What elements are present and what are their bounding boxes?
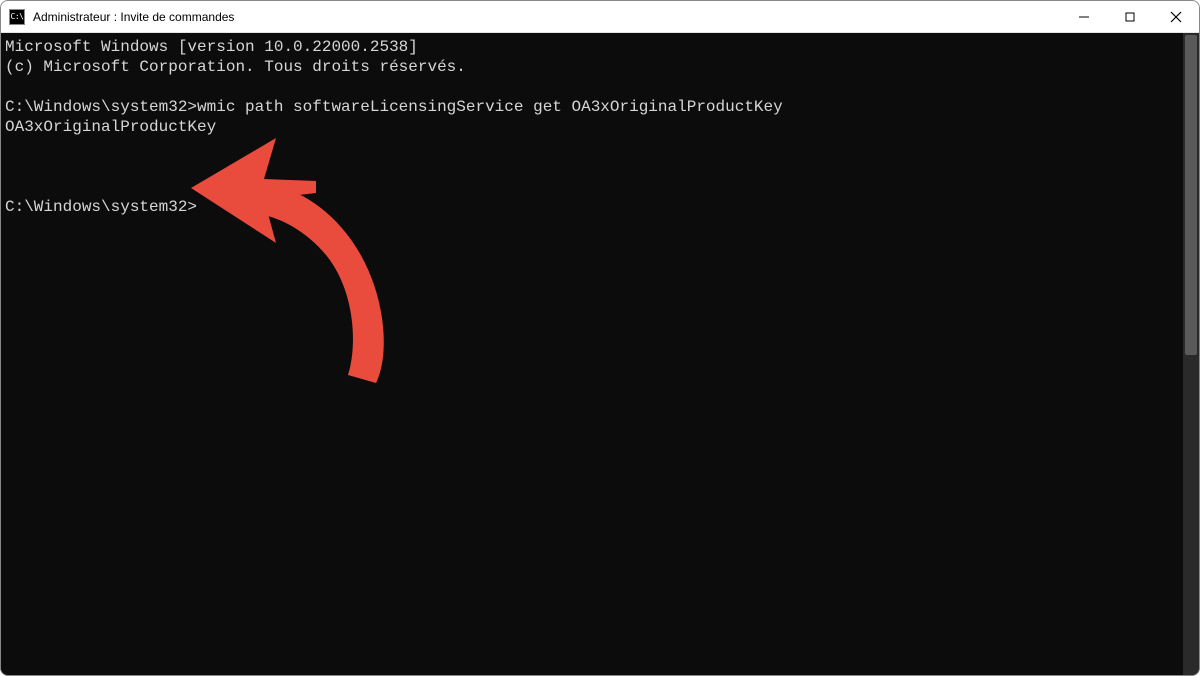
terminal-line [5,77,1179,97]
titlebar[interactable]: C:\ Administrateur : Invite de commandes [1,1,1199,33]
scrollbar-thumb[interactable] [1185,35,1197,355]
close-button[interactable] [1153,1,1199,32]
terminal-output[interactable]: Microsoft Windows [version 10.0.22000.25… [1,33,1183,675]
terminal-line [5,177,1179,197]
maximize-button[interactable] [1107,1,1153,32]
terminal-line [5,157,1179,177]
terminal-line: C:\Windows\system32>wmic path softwareLi… [5,97,1179,117]
scrollbar[interactable] [1183,33,1199,675]
cmd-window: C:\ Administrateur : Invite de commandes [0,0,1200,676]
terminal-line: C:\Windows\system32> [5,197,1179,217]
terminal-line: (c) Microsoft Corporation. Tous droits r… [5,57,1179,77]
minimize-icon [1079,12,1089,22]
close-icon [1170,11,1182,23]
minimize-button[interactable] [1061,1,1107,32]
terminal-line: OA3xOriginalProductKey [5,117,1179,137]
window-controls [1061,1,1199,32]
terminal-line: Microsoft Windows [version 10.0.22000.25… [5,37,1179,57]
maximize-icon [1125,12,1135,22]
cmd-icon: C:\ [9,9,25,25]
terminal-area: Microsoft Windows [version 10.0.22000.25… [1,33,1199,675]
window-title: Administrateur : Invite de commandes [33,10,234,24]
terminal-line [5,137,1179,157]
